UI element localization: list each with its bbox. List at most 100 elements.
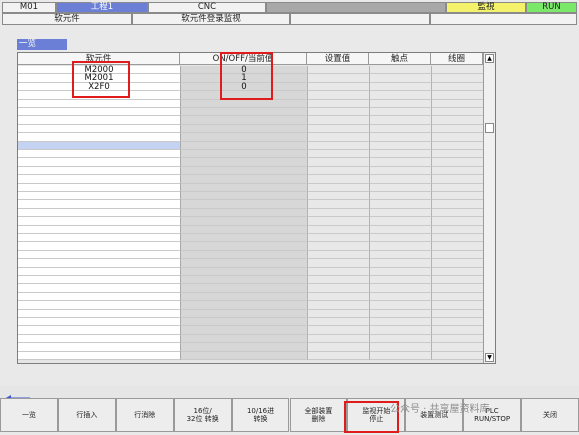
device-cell[interactable]	[18, 334, 180, 344]
table-cell	[431, 259, 483, 268]
value-cell	[180, 318, 307, 327]
table-cell	[431, 133, 483, 142]
table-cell	[369, 242, 431, 251]
value-cell	[180, 108, 307, 117]
table-cell	[431, 250, 483, 260]
table-cell	[431, 158, 483, 167]
table-cell	[307, 108, 369, 117]
table-cell	[307, 133, 369, 142]
tab-project-1[interactable]: 工程1	[56, 2, 148, 13]
device-cell[interactable]	[18, 183, 180, 192]
device-cell[interactable]	[18, 108, 180, 117]
device-cell[interactable]	[18, 292, 180, 302]
device-cell[interactable]	[18, 217, 180, 226]
table-cell	[369, 74, 431, 83]
col-header-coil: 线圈	[431, 53, 483, 65]
value-cell	[180, 175, 307, 184]
mode-cnc: CNC	[148, 2, 266, 13]
table-cell	[307, 250, 369, 260]
function-button-1[interactable]: 一览	[0, 398, 58, 432]
table-cell	[307, 242, 369, 251]
function-button-2[interactable]: 行插入	[57, 398, 116, 432]
table-cell	[307, 267, 369, 276]
device-cell[interactable]	[18, 259, 180, 268]
table-cell	[369, 267, 431, 276]
device-cell[interactable]	[18, 250, 180, 260]
value-cell	[180, 208, 307, 218]
table-cell	[431, 225, 483, 234]
vertical-scrollbar[interactable]: ▲ ▼	[483, 53, 495, 363]
function-button-4[interactable]: 16位/32位 转换	[173, 398, 232, 432]
table-cell	[307, 166, 369, 176]
value-cell	[180, 234, 307, 243]
value-cell	[180, 217, 307, 226]
header-device-label: 软元件	[2, 13, 132, 25]
value-cell	[180, 334, 307, 344]
device-cell[interactable]	[18, 166, 180, 176]
device-cell[interactable]	[18, 99, 180, 108]
device-cell[interactable]	[18, 175, 180, 184]
table-cell	[369, 276, 431, 285]
device-cell[interactable]	[18, 343, 180, 352]
device-cell[interactable]	[18, 158, 180, 167]
list-tab[interactable]: 一览	[17, 39, 67, 50]
table-cell	[307, 225, 369, 234]
device-cell[interactable]	[18, 242, 180, 251]
device-cell[interactable]	[18, 200, 180, 209]
screen-title: 软元件登录监视	[132, 13, 290, 25]
device-cell[interactable]	[18, 301, 180, 310]
table-cell	[431, 309, 483, 318]
table-cell	[369, 82, 431, 92]
device-cell[interactable]	[18, 133, 180, 142]
device-cell[interactable]	[18, 351, 180, 360]
run-status: RUN	[526, 2, 577, 13]
device-cell[interactable]	[18, 326, 180, 335]
function-button-label: 全部装置	[304, 407, 333, 415]
table-cell	[369, 200, 431, 209]
device-cell[interactable]	[18, 208, 180, 218]
device-cell[interactable]	[18, 150, 180, 159]
col-header-setvalue: 设置值	[307, 53, 369, 65]
function-button-5[interactable]: 10/16进 转换	[231, 398, 290, 432]
device-cell[interactable]	[18, 225, 180, 234]
table-cell	[369, 250, 431, 260]
table-cell	[369, 259, 431, 268]
scroll-down-icon[interactable]: ▼	[485, 353, 494, 362]
table-cell	[369, 158, 431, 167]
table-cell	[369, 91, 431, 100]
scroll-thumb[interactable]	[485, 123, 494, 133]
table-cell	[307, 82, 369, 92]
table-cell	[307, 326, 369, 335]
value-cell	[180, 158, 307, 167]
device-cell[interactable]	[18, 276, 180, 285]
table-cell	[369, 124, 431, 134]
table-cell	[369, 309, 431, 318]
function-button-label: 一览	[21, 411, 36, 419]
table-cell	[431, 208, 483, 218]
table-cell	[369, 141, 431, 150]
device-cell[interactable]	[18, 234, 180, 243]
device-cell[interactable]	[18, 124, 180, 134]
device-cell[interactable]	[18, 309, 180, 318]
back-arrow-icon[interactable]	[4, 388, 30, 403]
device-cell[interactable]	[18, 192, 180, 201]
function-button-6[interactable]: 全部装置 删除	[289, 398, 348, 432]
device-cell[interactable]	[18, 318, 180, 327]
value-cell	[180, 326, 307, 335]
table-cell	[369, 66, 431, 75]
table-cell	[431, 200, 483, 209]
device-cell[interactable]	[18, 116, 180, 125]
device-cell[interactable]	[18, 284, 180, 293]
value-cell	[180, 309, 307, 318]
device-cell[interactable]	[18, 141, 180, 150]
table-cell	[431, 326, 483, 335]
table-cell	[307, 200, 369, 209]
function-button-3[interactable]: 行消除	[115, 398, 174, 432]
value-cell	[180, 292, 307, 302]
device-cell[interactable]	[18, 267, 180, 276]
scroll-up-icon[interactable]: ▲	[485, 54, 494, 63]
table-cell	[369, 234, 431, 243]
table-cell	[307, 217, 369, 226]
function-button-label: 删除	[311, 415, 326, 423]
value-cell	[180, 301, 307, 310]
